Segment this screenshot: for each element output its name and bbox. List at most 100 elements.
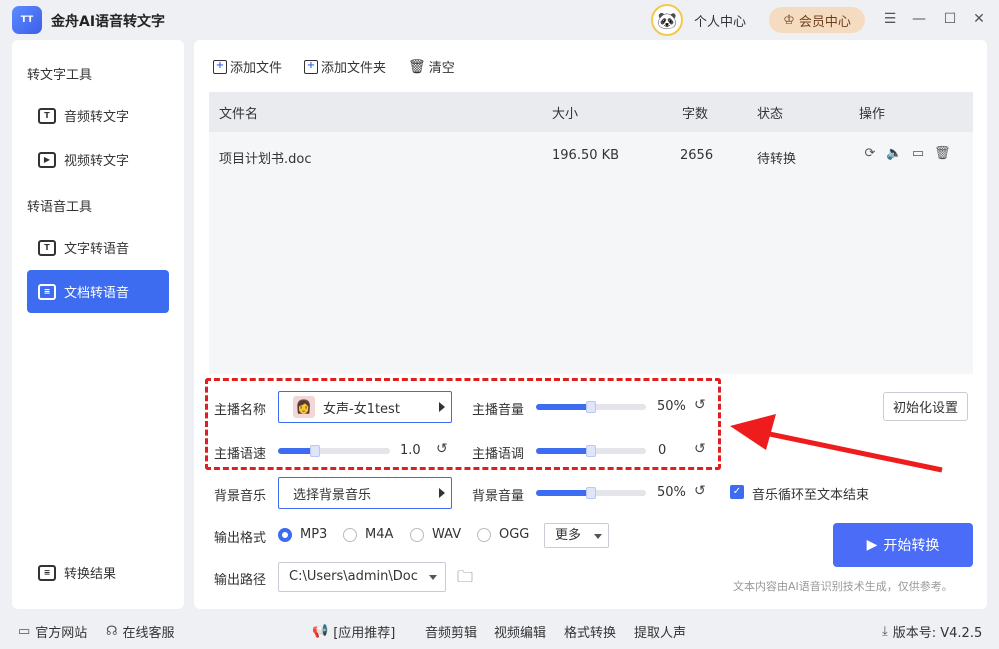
website-label: 官方网站 xyxy=(35,626,88,641)
maximize-icon[interactable]: ☐ xyxy=(940,9,960,29)
bgm-select[interactable]: 选择背景音乐 xyxy=(278,477,452,509)
reset-icon[interactable]: ↺ xyxy=(694,483,706,499)
chevron-right-icon xyxy=(439,402,445,412)
convert-icon[interactable]: ⟳ xyxy=(862,146,878,162)
footer-link-extract-voice[interactable]: 提取人声 xyxy=(634,622,686,641)
audio-to-text-icon: T xyxy=(38,107,56,124)
reset-icon[interactable]: ↺ xyxy=(694,397,706,413)
anchor-pitch-slider[interactable] xyxy=(536,445,646,457)
format-radio-wav[interactable] xyxy=(410,528,424,542)
anchor-volume-label: 主播音量 xyxy=(472,403,525,418)
anchor-select[interactable]: 👩 女声-女1test xyxy=(278,391,452,423)
output-path-value: C:\Users\admin\Doc xyxy=(289,569,418,584)
format-label-m4a: M4A xyxy=(365,527,394,542)
add-folder-icon: + xyxy=(304,59,318,74)
output-format-label: 输出格式 xyxy=(214,531,267,546)
sidebar-item-label: 视频转文字 xyxy=(64,154,130,169)
char-count-cell: 2656 xyxy=(680,148,714,163)
format-label-mp3: MP3 xyxy=(300,527,328,542)
sidebar-item-label: 音频转文字 xyxy=(64,110,130,125)
headset-icon: ☊ xyxy=(106,624,118,639)
main-panel: + 添加文件 + 添加文件夹 🗑 清空 文件名 大小 字数 状态 操作 项目计划… xyxy=(194,40,987,609)
format-radio-mp3[interactable] xyxy=(278,528,292,542)
column-header-actions: 操作 xyxy=(859,107,886,122)
format-radio-m4a[interactable] xyxy=(343,528,357,542)
slider-handle[interactable] xyxy=(586,487,596,499)
vip-center-button[interactable]: ♔ 会员中心 xyxy=(769,7,865,33)
bgm-volume-value: 50% xyxy=(657,485,686,500)
add-file-icon: + xyxy=(213,59,227,74)
document-to-speech-icon: ≡ xyxy=(38,283,56,300)
bgm-label: 背景音乐 xyxy=(214,489,267,504)
app-logo-icon: TT xyxy=(12,6,42,34)
sidebar-item-results[interactable]: ≡ 转换结果 xyxy=(27,551,169,594)
format-radio-ogg[interactable] xyxy=(477,528,491,542)
slider-handle[interactable] xyxy=(586,445,596,457)
profile-link[interactable]: 个人中心 xyxy=(694,11,746,30)
anchor-volume-slider[interactable] xyxy=(536,401,646,413)
version-label: 版本号: V4.2.5 xyxy=(892,626,983,641)
browse-folder-icon[interactable]: 🗀 xyxy=(457,566,473,593)
format-label-wav: WAV xyxy=(432,527,462,542)
anchor-volume-value: 50% xyxy=(657,399,686,414)
download-icon: ⤓ xyxy=(882,624,888,639)
annotation-arrow xyxy=(730,414,943,473)
sidebar-item-label: 文字转语音 xyxy=(64,242,130,257)
chevron-down-icon xyxy=(429,575,437,580)
clear-button[interactable]: 🗑 清空 xyxy=(408,57,455,77)
section-title-to-speech: 转语音工具 xyxy=(27,200,93,215)
sidebar-item-video-to-text[interactable]: ▶ 视频转文字 xyxy=(27,138,169,181)
column-header-size: 大小 xyxy=(552,107,579,122)
bgm-value: 选择背景音乐 xyxy=(293,487,372,503)
footer-link-video-edit[interactable]: 视频编辑 xyxy=(494,622,546,641)
sidebar-item-audio-to-text[interactable]: T 音频转文字 xyxy=(27,94,169,137)
reset-icon[interactable]: ↺ xyxy=(694,441,706,457)
more-formats-select[interactable]: 更多 xyxy=(544,523,609,548)
folder-icon[interactable]: ▭ xyxy=(910,146,926,162)
anchor-name-label: 主播名称 xyxy=(214,403,267,418)
minimize-icon[interactable]: — xyxy=(909,9,929,29)
footer-link-format-convert[interactable]: 格式转换 xyxy=(564,622,616,641)
add-file-button[interactable]: + 添加文件 xyxy=(213,57,282,76)
add-file-label: 添加文件 xyxy=(230,61,283,76)
slider-handle[interactable] xyxy=(309,445,320,457)
slider-handle[interactable] xyxy=(586,401,596,413)
bgm-volume-slider[interactable] xyxy=(536,487,646,499)
close-icon[interactable]: ✕ xyxy=(969,9,989,29)
file-size-cell: 196.50 KB xyxy=(552,148,620,163)
chevron-down-icon xyxy=(594,534,602,539)
website-link[interactable]: ▭ 官方网站 xyxy=(18,622,87,641)
delete-icon[interactable]: 🗑 xyxy=(934,146,951,162)
file-table: 文件名 大小 字数 状态 操作 项目计划书.doc 196.50 KB 2656… xyxy=(209,92,973,374)
anchor-pitch-value: 0 xyxy=(658,443,667,458)
more-label: 更多 xyxy=(555,528,582,543)
sidebar-item-label: 文档转语音 xyxy=(64,286,130,301)
table-header: 文件名 大小 字数 状态 操作 xyxy=(209,92,973,132)
app-title: 金舟AI语音转文字 xyxy=(51,14,166,30)
chevron-right-icon xyxy=(439,488,445,498)
reset-icon[interactable]: ↺ xyxy=(436,441,448,457)
anchor-value: 女声-女1test xyxy=(323,401,400,417)
sidebar-item-document-to-speech[interactable]: ≡ 文档转语音 xyxy=(27,270,169,313)
menu-icon[interactable]: ☰ xyxy=(880,9,900,29)
support-link[interactable]: ☊ 在线客服 xyxy=(106,622,175,641)
status-cell: 待转换 xyxy=(757,152,797,167)
video-to-text-icon: ▶ xyxy=(38,151,56,168)
add-folder-button[interactable]: + 添加文件夹 xyxy=(304,57,386,76)
anchor-speed-value: 1.0 xyxy=(400,443,421,458)
sidebar-item-text-to-speech[interactable]: T 文字转语音 xyxy=(27,226,169,269)
speaker-icon[interactable]: 🔈 xyxy=(886,146,902,162)
anchor-speed-label: 主播语速 xyxy=(214,447,267,462)
text-to-speech-icon: T xyxy=(38,239,56,256)
output-path-label: 输出路径 xyxy=(214,573,267,588)
avatar[interactable]: 🐼 xyxy=(651,4,683,36)
section-title-to-text: 转文字工具 xyxy=(27,68,93,83)
footer-link-audio-edit[interactable]: 音频剪辑 xyxy=(425,622,477,641)
loop-checkbox[interactable]: ✓ xyxy=(730,485,744,499)
vip-label: 会员中心 xyxy=(798,14,851,30)
output-path-input[interactable]: C:\Users\admin\Doc xyxy=(278,562,446,592)
monitor-icon: ▭ xyxy=(18,624,31,639)
start-convert-button[interactable]: ▶ 开始转换 xyxy=(833,523,973,567)
anchor-speed-slider[interactable] xyxy=(278,445,390,457)
column-header-chars: 字数 xyxy=(682,107,709,122)
